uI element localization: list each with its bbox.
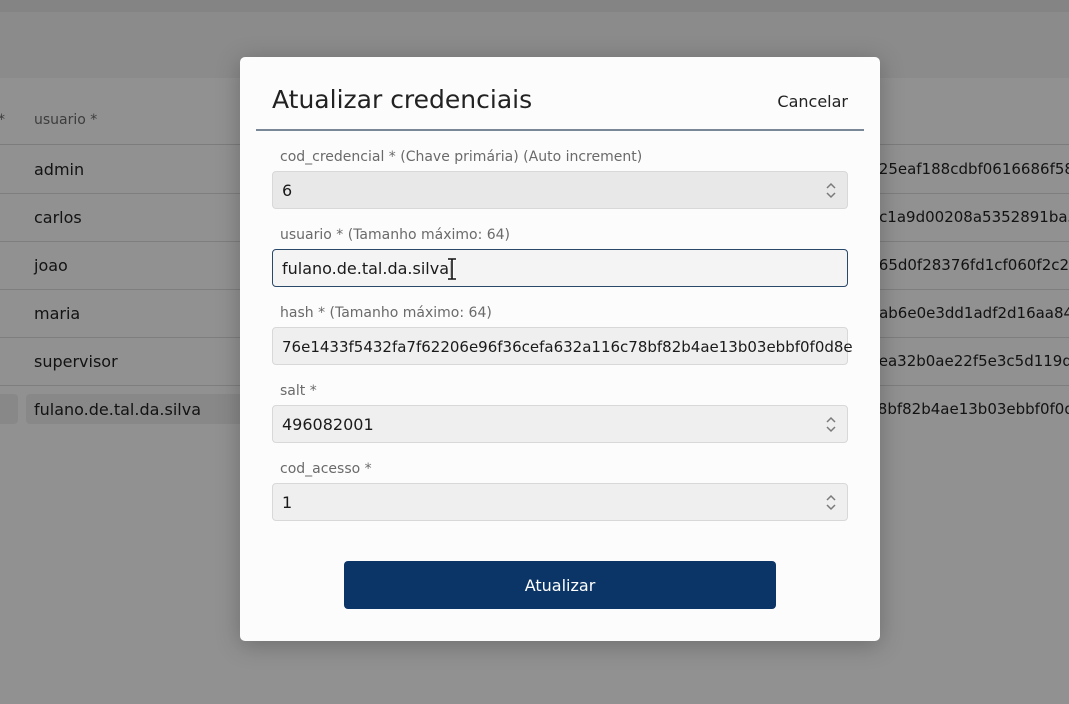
hash-value: 76e1433f5432fa7f62206e96f36cefa632a116c7… — [282, 338, 853, 356]
usuario-value: fulano.de.tal.da.silva — [282, 259, 451, 279]
salt-input[interactable]: 496082001 — [272, 405, 848, 443]
update-button[interactable]: Atualizar — [344, 561, 776, 609]
cod-credencial-value: 6 — [282, 181, 293, 200]
number-spinner-icon[interactable] — [825, 416, 837, 433]
usuario-input[interactable]: fulano.de.tal.da.silva — [272, 249, 848, 287]
text-cursor-icon — [448, 258, 456, 280]
cod-acesso-label: cod_acesso * — [280, 461, 372, 477]
cod-credencial-input[interactable]: 6 — [272, 171, 848, 209]
cod-credencial-label: cod_credencial * (Chave primária) (Auto … — [280, 149, 643, 165]
usuario-label: usuario * (Tamanho máximo: 64) — [280, 227, 511, 243]
number-spinner-icon[interactable] — [825, 494, 837, 511]
cod-acesso-input[interactable]: 1 — [272, 483, 848, 521]
salt-value: 496082001 — [282, 415, 374, 434]
hash-input[interactable]: 76e1433f5432fa7f62206e96f36cefa632a116c7… — [272, 327, 853, 365]
number-spinner-icon[interactable] — [825, 182, 837, 199]
cancel-button[interactable]: Cancelar — [777, 92, 848, 111]
update-credentials-dialog: Atualizar credenciais Cancelar cod_crede… — [240, 57, 880, 641]
salt-label: salt * — [280, 383, 317, 399]
title-divider — [256, 129, 864, 131]
dialog-title: Atualizar credenciais — [272, 85, 533, 114]
cod-acesso-value: 1 — [282, 493, 293, 512]
hash-label: hash * (Tamanho máximo: 64) — [280, 305, 492, 321]
